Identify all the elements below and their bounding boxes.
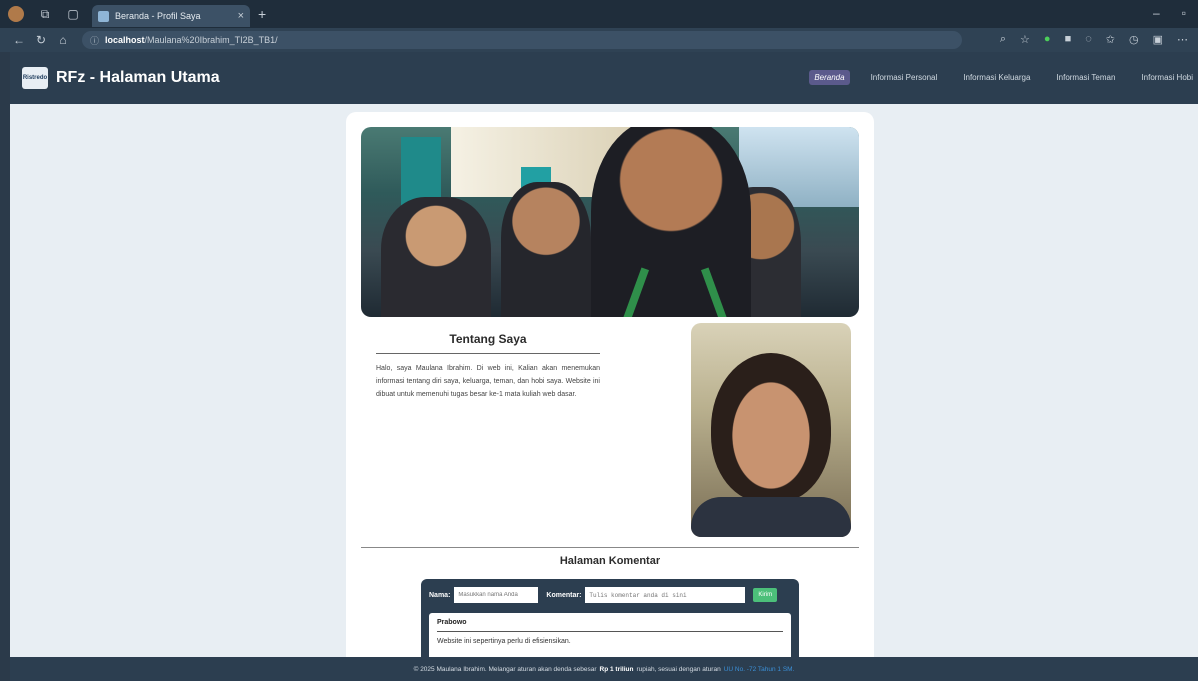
- profile-avatar[interactable]: [8, 6, 24, 22]
- browser-toolbar: ⌕ ☆ ● ■ ◌ ✩ ◷ ▣ ⋯: [1000, 33, 1188, 46]
- logo-text: Ristredo: [22, 75, 48, 81]
- comment-text: Website ini sepertinya perlu di efisiens…: [437, 638, 571, 645]
- browser-address-bar: ← ↻ ⌂ ⓘ localhost /Maulana%20Ibrahim_TI2…: [0, 28, 1198, 52]
- banner-person-3: [591, 127, 751, 317]
- zoom-icon[interactable]: ⌕: [1000, 33, 1006, 46]
- tab-favicon-icon: [98, 10, 109, 22]
- favorite-star-icon[interactable]: ☆: [1020, 33, 1030, 46]
- profile-card: Tentang Saya Halo, saya Maulana Ibrahim.…: [346, 112, 874, 657]
- page-content: Tentang Saya Halo, saya Maulana Ibrahim.…: [10, 104, 1198, 657]
- comment-item: Prabowo Website ini sepertinya perlu di …: [429, 613, 791, 657]
- site-logo[interactable]: Ristredo: [22, 67, 48, 89]
- about-section: Tentang Saya Halo, saya Maulana Ibrahim.…: [376, 332, 600, 401]
- minimize-icon[interactable]: –: [1153, 6, 1160, 20]
- history-icon[interactable]: ◷: [1129, 33, 1139, 46]
- favorites-icon[interactable]: ✩: [1106, 33, 1115, 46]
- home-icon[interactable]: ⌂: [52, 33, 74, 47]
- banner-person-1: [381, 197, 491, 317]
- workspaces-icon[interactable]: ⧉: [36, 5, 54, 23]
- site-header: Ristredo RFz - Halaman Utama Beranda Inf…: [10, 52, 1198, 104]
- profile-face: [711, 353, 831, 503]
- name-label: Nama:: [429, 591, 451, 599]
- comment-panel: Nama: Komentar: Kirim Prabowo Website in…: [421, 579, 799, 657]
- profile-photo: [691, 323, 851, 537]
- extension-icon[interactable]: ●: [1044, 33, 1051, 46]
- collections-icon[interactable]: ▣: [1153, 33, 1163, 46]
- browser-tab-active[interactable]: Beranda - Profil Saya ×: [92, 5, 250, 27]
- about-text: Halo, saya Maulana Ibrahim. Di web ini, …: [376, 365, 600, 398]
- comment-author: Prabowo: [437, 619, 783, 632]
- section-divider: [361, 547, 859, 548]
- name-input[interactable]: [454, 587, 539, 603]
- banner-person-2: [501, 182, 591, 317]
- nav-informasi-hobi[interactable]: Informasi Hobi: [1136, 70, 1198, 85]
- browser-tab-bar: ⧉ ▢ Beranda - Profil Saya × + – ▫: [0, 0, 1198, 28]
- more-icon[interactable]: ⋯: [1177, 33, 1188, 46]
- footer-amount: Rp 1 triliun: [599, 665, 634, 673]
- nav-informasi-teman[interactable]: Informasi Teman: [1051, 70, 1120, 85]
- footer-middle: rupiah, sesuai dengan aturan: [636, 665, 721, 673]
- tab-title: Beranda - Profil Saya: [115, 11, 201, 21]
- close-icon[interactable]: ×: [238, 10, 244, 22]
- url-field[interactable]: ⓘ localhost /Maulana%20Ibrahim_TI2B_TB1/: [82, 31, 962, 49]
- tab-actions-icon[interactable]: ▢: [64, 5, 82, 23]
- site-title: RFz - Halaman Utama: [56, 69, 220, 86]
- footer-prefix: © 2025 Maulana Ibrahim. Melangar aturan …: [413, 665, 597, 673]
- about-title: Tentang Saya: [376, 332, 600, 354]
- refresh-icon[interactable]: ↻: [30, 33, 52, 47]
- comment-form: Nama: Komentar: Kirim: [429, 587, 778, 603]
- back-icon[interactable]: ←: [8, 33, 30, 47]
- nav-informasi-personal[interactable]: Informasi Personal: [866, 70, 943, 85]
- comment-input[interactable]: [585, 587, 746, 603]
- window-controls: – ▫: [1153, 6, 1186, 20]
- extension-shield-icon[interactable]: ■: [1065, 33, 1072, 46]
- site-info-icon[interactable]: ⓘ: [90, 34, 99, 47]
- comment-section-title: Halaman Komentar: [559, 555, 661, 567]
- site-footer: © 2025 Maulana Ibrahim. Melangar aturan …: [10, 657, 1198, 681]
- main-nav: Beranda Informasi Personal Informasi Kel…: [809, 70, 1198, 85]
- submit-button[interactable]: Kirim: [753, 588, 778, 602]
- footer-law-link[interactable]: UU No. -72 Tahun 1 SM.: [724, 666, 795, 673]
- copilot-icon[interactable]: ◌: [1085, 33, 1092, 46]
- profile-shirt: [691, 497, 851, 537]
- group-photo-banner: [361, 127, 859, 317]
- nav-beranda[interactable]: Beranda: [809, 70, 850, 85]
- new-tab-icon[interactable]: +: [258, 6, 266, 22]
- nav-informasi-keluarga[interactable]: Informasi Keluarga: [958, 70, 1035, 85]
- restore-icon[interactable]: ▫: [1182, 6, 1186, 20]
- url-host: localhost: [105, 35, 145, 45]
- url-path: /Maulana%20Ibrahim_TI2B_TB1/: [144, 35, 278, 45]
- comment-label: Komentar:: [546, 591, 582, 599]
